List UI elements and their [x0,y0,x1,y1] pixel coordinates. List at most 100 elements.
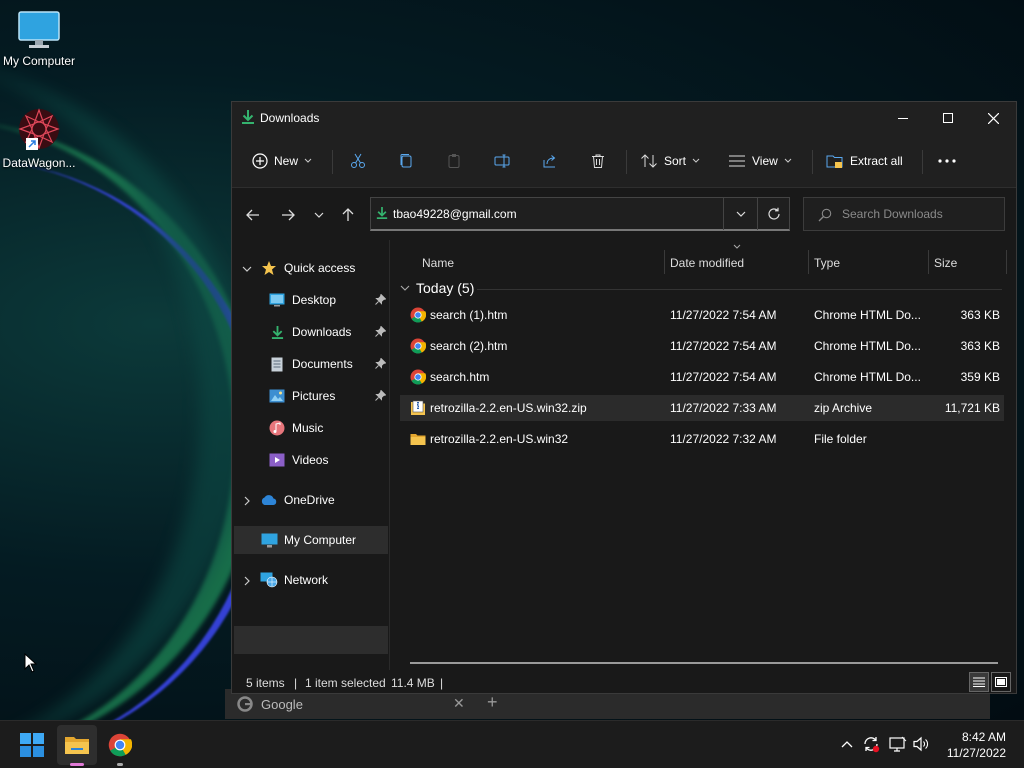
close-button[interactable] [970,102,1016,134]
sidebar-item-documents[interactable]: Documents [268,350,388,378]
taskbar-chrome[interactable] [100,725,140,766]
column-divider[interactable] [808,250,809,274]
delete-button[interactable] [590,148,606,174]
chrome-icon [410,307,426,323]
recent-locations-button[interactable] [308,206,330,224]
close-icon [987,112,999,124]
sync-status-icon[interactable] [862,735,880,753]
file-row[interactable]: search (1).htm 11/27/2022 7:54 AM Chrome… [400,302,1004,328]
sidebar-item-my-computer[interactable] [234,626,388,654]
sort-label: Sort [664,154,687,168]
column-header-type[interactable]: Type [814,248,928,278]
navigation-pane: Quick access Desktop Downloads Documents [232,240,389,672]
chrome-tab[interactable]: Google [237,693,467,715]
desktop-icon-datawagon[interactable]: DataWagon... [0,106,81,170]
show-hidden-icons-button[interactable] [838,735,856,753]
sidebar-item-network[interactable]: Network [260,566,388,594]
sidebar-item-videos[interactable]: Videos [268,446,388,474]
refresh-icon [767,207,780,220]
rename-button[interactable] [494,148,510,174]
new-tab-icon[interactable]: + [487,692,498,713]
refresh-button[interactable] [757,198,789,230]
sidebar-item-desktop[interactable]: Desktop [268,286,388,314]
sidebar-item-pictures[interactable]: Pictures [268,382,388,410]
start-button[interactable] [12,725,52,765]
sidebar-item-my-computer-row[interactable]: My Computer [234,526,388,554]
arrow-up-icon [342,208,354,221]
sidebar-item-label: OneDrive [284,493,335,507]
column-divider[interactable] [1006,250,1007,274]
maximize-button[interactable] [925,102,971,134]
sidebar-item-quick-access[interactable]: Quick access [260,254,388,282]
up-button[interactable] [337,206,359,224]
file-date: 11/27/2022 7:32 AM [670,432,777,446]
sidebar-item-label: Downloads [292,325,352,339]
column-header-size[interactable]: Size [934,248,1006,278]
file-date: 11/27/2022 7:54 AM [670,308,777,322]
horizontal-scrollbar[interactable] [410,662,998,664]
sidebar-item-downloads[interactable]: Downloads [268,318,388,346]
sidebar-item-label: Music [292,421,324,435]
file-type: File folder [814,432,867,446]
view-icon [729,155,745,167]
chevron-right-icon[interactable] [242,496,252,506]
share-button[interactable] [542,148,558,174]
address-input[interactable] [393,204,713,224]
chevron-down-icon [304,158,312,163]
file-row[interactable]: retrozilla-2.2.en-US.win32 11/27/2022 7:… [400,426,1004,452]
details-view-button[interactable] [969,672,989,692]
back-button[interactable] [242,206,264,224]
group-header-today[interactable]: Today (5) [400,278,474,298]
extract-all-button[interactable]: Extract all [826,148,903,174]
taskbar: 8:42 AM 11/27/2022 [0,720,1024,768]
file-type: zip Archive [814,401,873,415]
status-divider: | [440,676,444,690]
paste-button[interactable] [446,148,462,174]
sort-button[interactable]: Sort [640,148,700,174]
sidebar-item-onedrive[interactable]: OneDrive [260,486,388,514]
more-options-button[interactable] [938,148,956,174]
status-size: 11.4 MB [391,676,435,690]
star-icon [260,259,278,277]
chevron-right-icon[interactable] [242,576,252,586]
folder-icon [410,434,426,445]
file-row[interactable]: Z retrozilla-2.2.en-US.win32.zip 11/27/2… [400,395,1004,421]
arrow-right-icon [282,209,295,221]
search-input[interactable] [842,205,992,223]
title-bar[interactable]: Downloads [232,102,1016,134]
network-tray-icon[interactable] [889,735,907,753]
taskbar-clock[interactable]: 8:42 AM 11/27/2022 [947,729,1006,761]
arrow-left-icon [246,209,259,221]
column-divider[interactable] [928,250,929,274]
minimize-button[interactable] [880,102,926,134]
search-box[interactable] [803,197,1005,231]
cut-button[interactable] [350,148,366,174]
view-label: View [752,154,778,168]
pictures-icon [268,387,286,405]
chevron-down-icon[interactable] [242,264,252,274]
sidebar-item-label: Desktop [292,293,337,307]
tiles-view-button[interactable] [991,672,1011,692]
column-header-name[interactable]: Name [422,248,664,278]
volume-tray-icon[interactable] [912,735,930,753]
file-row[interactable]: search (2).htm 11/27/2022 7:54 AM Chrome… [400,333,1004,359]
copy-button[interactable] [398,148,414,174]
new-button[interactable]: New [252,148,312,174]
file-row[interactable]: search.htm 11/27/2022 7:54 AM Chrome HTM… [400,364,1004,390]
address-history-button[interactable] [723,198,757,230]
sidebar-item-music[interactable]: Music [268,414,388,442]
close-tab-icon[interactable]: ✕ [453,695,465,712]
column-header-date[interactable]: Date modified [670,248,808,278]
status-divider: | [294,676,298,690]
status-selected: 1 item selected [305,676,386,690]
network-monitor-icon [889,736,907,752]
file-list: Name Date modified Type Size Today (5) s… [392,240,1012,670]
pane-divider[interactable] [389,240,390,670]
desktop-icon-my-computer[interactable]: My Computer [0,10,81,68]
column-divider[interactable] [664,250,665,274]
file-date: 11/27/2022 7:33 AM [670,401,777,415]
address-bar[interactable] [370,197,790,231]
forward-button[interactable] [277,206,299,224]
view-button[interactable]: View [728,148,792,174]
taskbar-file-explorer[interactable] [57,725,97,766]
